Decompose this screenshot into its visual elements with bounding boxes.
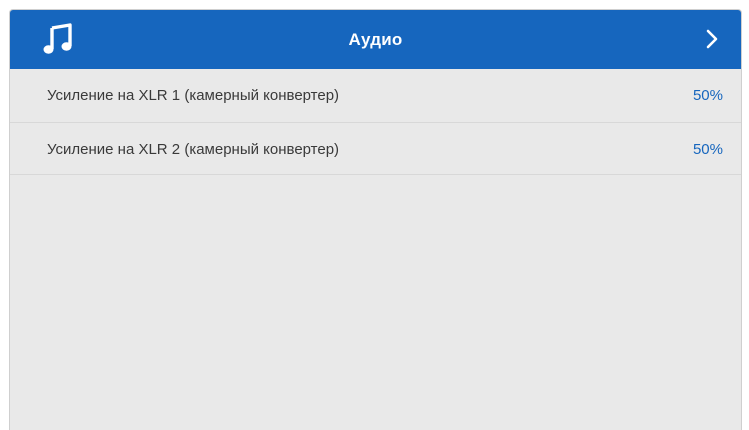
setting-value[interactable]: 50% <box>693 123 723 176</box>
setting-row-xlr1-gain[interactable]: Усиление на XLR 1 (камерный конвертер) 5… <box>10 69 741 122</box>
audio-settings-panel: Аудио Усиление на XLR 1 (камерный конвер… <box>9 9 742 430</box>
setting-label: Усиление на XLR 1 (камерный конвертер) <box>47 87 340 104</box>
setting-label: Усиление на XLR 2 (камерный конвертер) <box>47 141 340 158</box>
chevron-right-icon[interactable] <box>697 24 727 54</box>
setting-value[interactable]: 50% <box>693 69 723 122</box>
panel-header: Аудио <box>10 10 741 69</box>
settings-list: Усиление на XLR 1 (камерный конвертер) 5… <box>10 69 741 175</box>
setting-row-xlr2-gain[interactable]: Усиление на XLR 2 (камерный конвертер) 5… <box>10 122 741 175</box>
page-title: Аудио <box>348 30 403 49</box>
